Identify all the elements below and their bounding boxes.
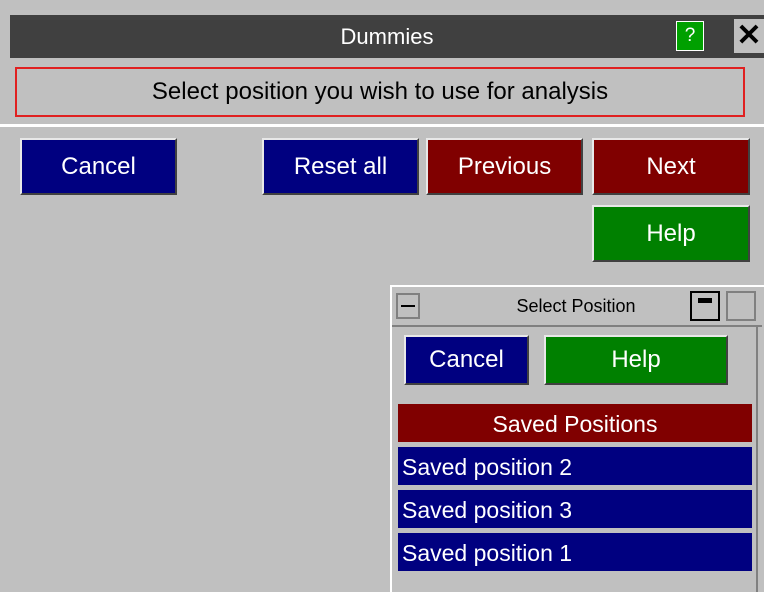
list-item[interactable]: Saved position 2 — [397, 446, 753, 486]
close-icon[interactable]: ✕ — [734, 19, 764, 53]
divider — [0, 124, 764, 127]
window-titlebar: Dummies ? ✕ — [10, 15, 764, 58]
sub-cancel-button[interactable]: Cancel — [404, 335, 529, 385]
maximize-icon[interactable] — [726, 291, 756, 321]
shade-icon[interactable] — [690, 291, 720, 321]
reset-all-button[interactable]: Reset all — [262, 138, 419, 195]
minimize-icon[interactable] — [396, 293, 420, 319]
saved-positions-header: Saved Positions — [397, 403, 753, 443]
window-title: Dummies — [340, 24, 434, 49]
next-button[interactable]: Next — [592, 138, 750, 195]
cancel-button[interactable]: Cancel — [20, 138, 177, 195]
list-item[interactable]: Saved position 3 — [397, 489, 753, 529]
list-item[interactable]: Saved position 1 — [397, 532, 753, 572]
select-position-window: Select Position Cancel Help Saved Positi… — [390, 285, 764, 592]
help-icon[interactable]: ? — [676, 21, 704, 51]
previous-button[interactable]: Previous — [426, 138, 583, 195]
help-button[interactable]: Help — [592, 205, 750, 262]
sub-window-titlebar: Select Position — [392, 287, 762, 327]
sub-window-title: Select Position — [516, 296, 636, 316]
sub-help-button[interactable]: Help — [544, 335, 728, 385]
instruction-prompt: Select position you wish to use for anal… — [15, 67, 745, 117]
